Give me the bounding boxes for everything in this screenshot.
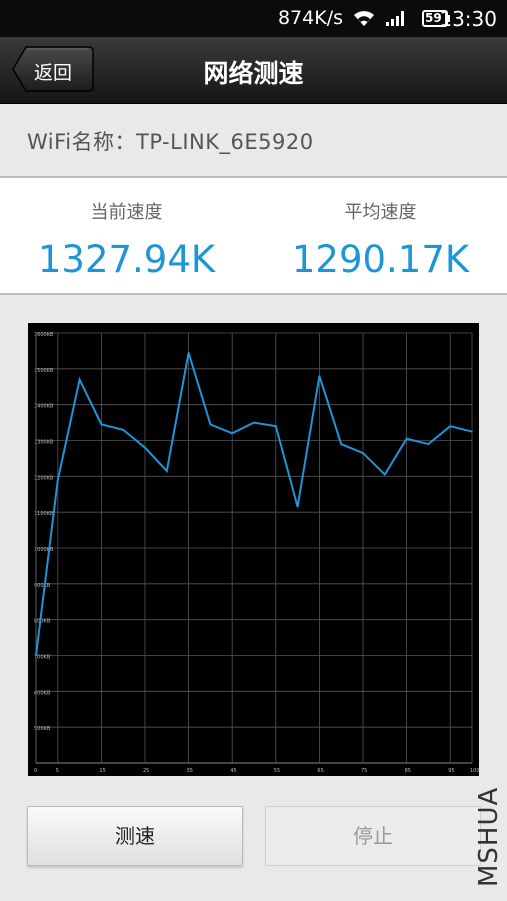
data-point <box>144 446 146 449</box>
data-point <box>187 351 190 354</box>
speed-panel: 当前速度 1327.94K 平均速度 1290.17K <box>0 178 507 293</box>
data-point <box>427 443 430 445</box>
x-tick-label: 15 <box>99 768 105 774</box>
network-speed: 874K/s <box>277 7 343 29</box>
current-speed-label: 当前速度 <box>90 202 163 223</box>
data-point <box>318 375 321 377</box>
x-tick-label: 75 <box>361 768 367 774</box>
data-point <box>253 421 255 424</box>
title-bar: 返回 网络测速 <box>0 37 507 104</box>
data-point <box>100 423 103 426</box>
y-tick-label: 800KB <box>34 619 51 625</box>
x-tick-label: 45 <box>230 768 236 774</box>
status-bar: 874K/s 59 13:30 <box>0 0 507 37</box>
x-tick-label: 65 <box>317 768 323 774</box>
x-tick-label: 35 <box>187 768 193 774</box>
watermark: MSHUA <box>474 787 504 887</box>
data-point <box>296 505 299 508</box>
speed-chart: 500KB 600KB 700KB 800KB 900KB 1000KB 1100KB 120… <box>28 323 479 776</box>
data-point <box>35 654 37 657</box>
x-tick-label: 5 <box>56 768 59 774</box>
current-speed-value: 1327.94K <box>37 238 216 281</box>
start-test-button[interactable]: 测速 <box>27 806 243 866</box>
x-tick-label: 55 <box>274 768 280 774</box>
y-tick-label: 600KB <box>34 690 51 696</box>
data-point <box>209 423 212 426</box>
y-tick-label: 1200KB <box>34 475 54 481</box>
x-tick-label: 85 <box>405 768 411 774</box>
wifi-name: WiFi名称：TP-LINK_6E5920 <box>27 130 314 154</box>
wifi-icon <box>354 11 374 26</box>
x-tick-label: 25 <box>143 768 149 774</box>
data-point <box>166 470 168 472</box>
signal-icon <box>386 11 404 26</box>
data-point <box>362 452 364 454</box>
x-tick-label: 100 <box>470 768 479 774</box>
data-point <box>78 378 81 381</box>
data-point <box>449 425 452 427</box>
data-point <box>471 430 473 433</box>
data-point <box>231 432 233 435</box>
y-tick-label: 1600KB <box>34 332 54 338</box>
data-point <box>340 443 343 445</box>
y-tick-label: 500KB <box>34 726 51 732</box>
y-tick-label: 1000KB <box>34 547 54 553</box>
x-tick-label: 95 <box>448 768 454 774</box>
x-tick-label: 0 <box>34 768 37 774</box>
clock: 13:30 <box>439 7 497 31</box>
average-speed: 平均速度 1290.17K <box>254 178 507 281</box>
y-tick-label: 900KB <box>34 583 51 589</box>
data-point <box>122 428 124 431</box>
svg-text:MSHUA: MSHUA <box>474 787 504 887</box>
stop-button[interactable]: 停止 <box>265 806 481 866</box>
y-tick-label: 1500KB <box>34 368 54 374</box>
y-tick-label: 1400KB <box>34 404 54 410</box>
speed-chart-svg: 500KB600KB700KB800KB900KB1000KB1100KB120… <box>34 332 479 774</box>
average-speed-value: 1290.17K <box>291 238 470 281</box>
data-point <box>384 473 386 476</box>
page-title: 网络测速 <box>203 59 304 88</box>
current-speed: 当前速度 1327.94K <box>0 178 253 281</box>
y-tick-label: 1300KB <box>34 440 54 446</box>
data-point <box>275 425 277 427</box>
average-speed-label: 平均速度 <box>344 202 417 223</box>
divider <box>0 293 507 295</box>
data-point <box>57 479 59 481</box>
y-tick-label: 1100KB <box>34 511 54 517</box>
data-point <box>405 437 408 440</box>
